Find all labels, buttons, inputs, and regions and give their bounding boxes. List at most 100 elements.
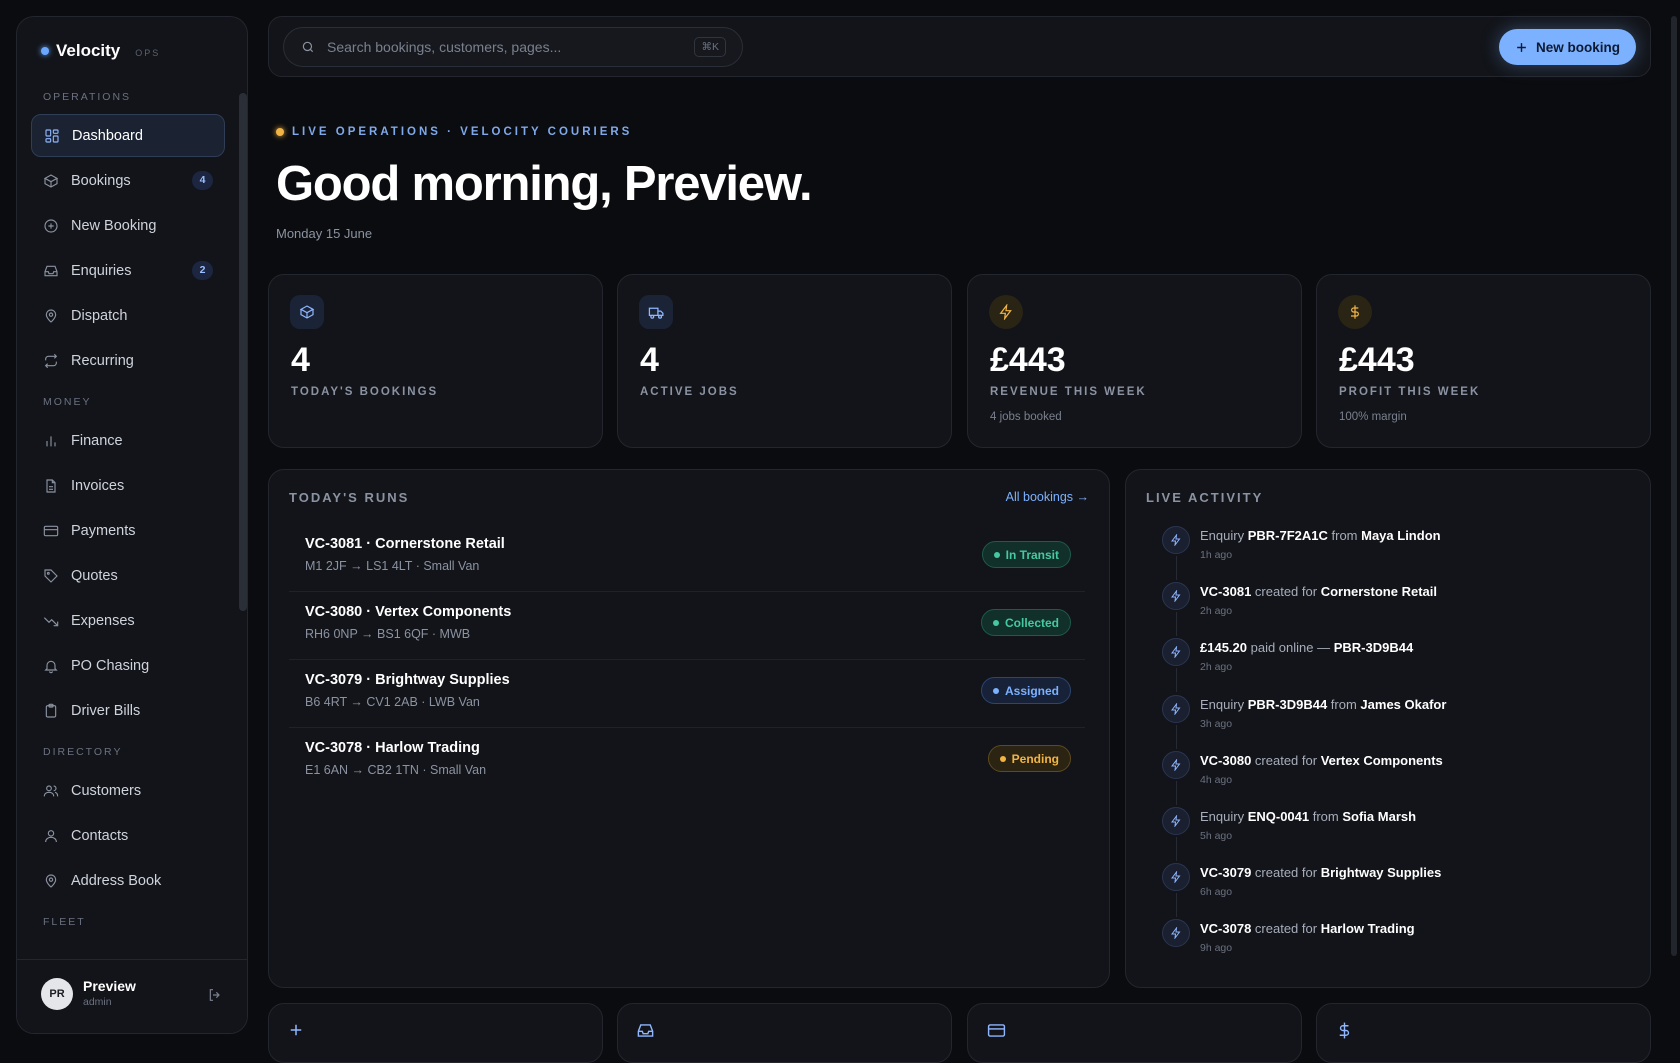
status-text: Collected [1004, 615, 1059, 630]
quick-action-new-booking[interactable] [268, 1003, 603, 1063]
section-fleet: FLEET [43, 916, 86, 928]
box-icon [43, 173, 59, 188]
sidebar-item-po-chasing[interactable]: PO Chasing [31, 644, 225, 687]
bolt-icon [1162, 750, 1190, 779]
sidebar-item-label: Address Book [71, 872, 162, 889]
users-icon [43, 784, 59, 796]
run-route: M1 2JF → LS1 4LT · Small Van [305, 559, 480, 573]
plus-icon [290, 1024, 302, 1036]
bolt-icon [1162, 919, 1190, 948]
stat-card-active-jobs[interactable]: 4 ACTIVE JOBS [617, 274, 952, 448]
quick-action-payments[interactable] [967, 1003, 1302, 1063]
timeline-connector [1176, 780, 1177, 805]
sidebar-item-label: Bookings [71, 172, 131, 189]
activity-time: 2h ago [1200, 605, 1233, 618]
user-role: admin [83, 996, 112, 1008]
user-profile[interactable]: PR Preview admin [17, 959, 247, 1033]
stat-card-profit[interactable]: £443 PROFIT THIS WEEK 100% margin [1316, 274, 1651, 448]
quick-action-enquiries[interactable] [617, 1003, 952, 1063]
activity-time: 4h ago [1200, 773, 1233, 786]
brand-dot [41, 47, 49, 55]
sidebar-item-expenses[interactable]: Expenses [31, 599, 225, 642]
enquiries-count-badge: 2 [192, 261, 213, 280]
activity-time: 9h ago [1200, 942, 1233, 955]
box-icon [290, 295, 324, 329]
timeline-connector [1176, 612, 1177, 637]
logout-icon[interactable] [207, 987, 223, 1003]
sidebar-item-contacts[interactable]: Contacts [31, 814, 225, 857]
sidebar-item-invoices[interactable]: Invoices [31, 464, 225, 507]
sidebar-item-recurring[interactable]: Recurring [31, 339, 225, 382]
todays-runs-panel: TODAY'S RUNS All bookings → VC-3081 · Co… [268, 469, 1110, 988]
sidebar-item-customers[interactable]: Customers [31, 769, 225, 812]
activity-text: Enquiry PBR-3D9B44 from James Okafor [1200, 696, 1447, 712]
bolt-icon [1162, 582, 1190, 611]
run-row[interactable]: VC-3078 · Harlow Trading E1 6AN → CB2 1T… [289, 728, 1085, 796]
map-pin-icon [45, 309, 57, 323]
sidebar-item-label: New Booking [71, 217, 157, 234]
search-placeholder: Search bookings, customers, pages... [327, 39, 562, 55]
bolt-icon [1162, 694, 1190, 723]
sidebar-item-payments[interactable]: Payments [31, 509, 225, 552]
sidebar-item-new-booking[interactable]: New Booking [31, 204, 225, 247]
page-scrollbar[interactable] [1671, 16, 1677, 956]
bell-icon [44, 660, 58, 673]
activity-time: 3h ago [1200, 717, 1233, 730]
status-badge: Assigned [980, 677, 1071, 704]
stat-card-todays-bookings[interactable]: 4 TODAY'S BOOKINGS [268, 274, 603, 448]
all-bookings-link[interactable]: All bookings → [1006, 490, 1089, 504]
sidebar-item-label: Recurring [71, 352, 134, 369]
hero: LIVE OPERATIONS · VELOCITY COURIERS Good… [276, 126, 813, 241]
new-booking-label: New booking [1536, 39, 1620, 55]
bolt-icon [989, 295, 1023, 329]
status-dot [992, 619, 999, 626]
quick-action-finance[interactable] [1316, 1003, 1651, 1063]
run-route: B6 4RT → CV1 2AB · LWB Van [305, 695, 480, 709]
sidebar-item-finance[interactable]: Finance [31, 419, 225, 462]
stat-value: £443 [1339, 341, 1415, 379]
brand[interactable]: Velocity OPS [41, 41, 160, 61]
run-title: VC-3080 · Vertex Components [305, 604, 512, 620]
section-directory: DIRECTORY [43, 746, 123, 758]
run-row[interactable]: VC-3081 · Cornerstone Retail M1 2JF → LS… [289, 524, 1085, 592]
run-route: RH6 0NP → BS1 6QF · MWB [305, 627, 471, 641]
activity-time: 5h ago [1200, 830, 1233, 842]
timeline-connector [1176, 724, 1177, 749]
live-activity-panel: LIVE ACTIVITY Enquiry PBR-7F2A1C from Ma… [1125, 469, 1651, 988]
stat-label: PROFIT THIS WEEK [1339, 386, 1481, 398]
sidebar-item-dashboard[interactable]: Dashboard [31, 114, 225, 157]
bolt-icon [1162, 638, 1190, 667]
new-booking-button[interactable]: New booking [1499, 29, 1636, 65]
status-dot [992, 687, 999, 694]
sidebar-item-driver-bills[interactable]: Driver Bills [31, 689, 225, 732]
credit-card-icon [987, 1024, 1006, 1037]
activity-text: VC-3078 created for Harlow Trading [1200, 921, 1415, 937]
stat-card-revenue[interactable]: £443 REVENUE THIS WEEK 4 jobs booked [967, 274, 1302, 448]
sidebar-item-address-book[interactable]: Address Book [31, 859, 225, 902]
repeat-icon [44, 353, 58, 368]
bookings-count-badge: 4 [192, 171, 213, 190]
stat-value: £443 [990, 341, 1066, 379]
status-text: Pending [1011, 751, 1059, 766]
sidebar-item-dispatch[interactable]: Dispatch [31, 294, 225, 337]
status-dot [993, 551, 1000, 558]
sidebar-item-quotes[interactable]: Quotes [31, 554, 225, 597]
search-input[interactable]: Search bookings, customers, pages... ⌘K [283, 27, 743, 67]
run-title: VC-3078 · Harlow Trading [305, 740, 480, 756]
timeline-connector [1176, 556, 1177, 580]
user-icon [45, 829, 57, 842]
sidebar-item-enquiries[interactable]: Enquiries 2 [31, 249, 225, 292]
stat-sub: 100% margin [1339, 411, 1407, 423]
activity-text: VC-3080 created for Vertex Components [1200, 752, 1443, 768]
sidebar-scrollbar[interactable] [239, 93, 247, 611]
sidebar-item-label: Expenses [71, 612, 135, 629]
activity-time: 1h ago [1200, 549, 1233, 561]
run-row[interactable]: VC-3079 · Brightway Supplies B6 4RT → CV… [289, 660, 1085, 728]
sidebar-item-label: Invoices [71, 477, 125, 494]
sidebar-item-label: Dispatch [71, 307, 128, 324]
run-row[interactable]: VC-3080 · Vertex Components RH6 0NP → BS… [289, 592, 1085, 660]
section-operations: OPERATIONS [43, 91, 132, 103]
sidebar-item-bookings[interactable]: Bookings 4 [31, 159, 225, 202]
dollar-icon [1338, 295, 1372, 329]
sidebar-item-label: Finance [71, 432, 123, 449]
